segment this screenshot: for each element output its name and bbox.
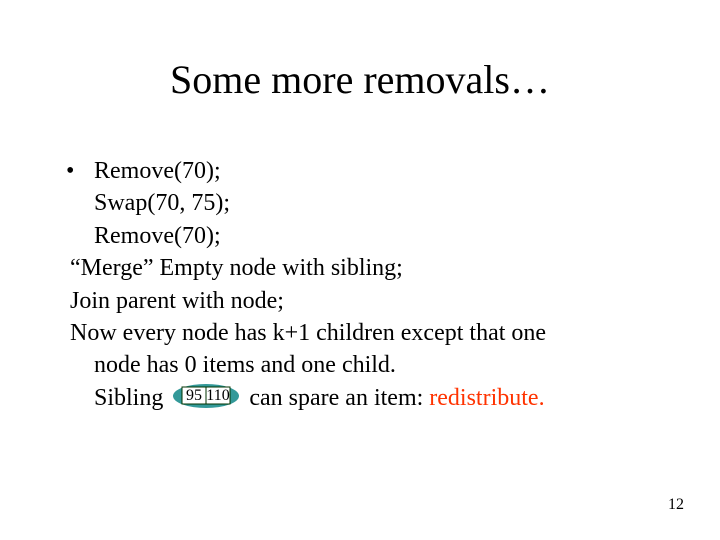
- bullet-dot-icon: •: [64, 155, 94, 187]
- node-value-b: 110: [207, 387, 230, 404]
- text-swap: Swap(70, 75);: [64, 187, 664, 219]
- text-now-every-b: node has 0 items and one child.: [64, 349, 664, 381]
- text-remove-70-b: Remove(70);: [64, 220, 664, 252]
- text-now-every-a: Now every node has k+1 children except t…: [64, 317, 664, 349]
- slide-body: • Remove(70); Swap(70, 75); Remove(70); …: [64, 155, 664, 417]
- bullet-line-1: • Remove(70);: [64, 155, 664, 187]
- page-number: 12: [668, 496, 684, 514]
- slide: Some more removals… • Remove(70); Swap(7…: [0, 0, 720, 540]
- text-sibling-line: Sibling 95 110 can spare an item: redist…: [64, 382, 664, 417]
- btree-node-icon: 95 110: [173, 384, 239, 417]
- text-redistribute: redistribute.: [429, 385, 544, 411]
- text-sibling-mid: can spare an item:: [249, 385, 429, 411]
- text-join-parent: Join parent with node;: [64, 285, 664, 317]
- slide-title: Some more removals…: [0, 56, 720, 103]
- text-remove-70-a: Remove(70);: [94, 155, 221, 187]
- node-value-a: 95: [186, 387, 202, 404]
- text-sibling-prefix: Sibling: [94, 385, 163, 411]
- text-merge: “Merge” Empty node with sibling;: [64, 252, 664, 284]
